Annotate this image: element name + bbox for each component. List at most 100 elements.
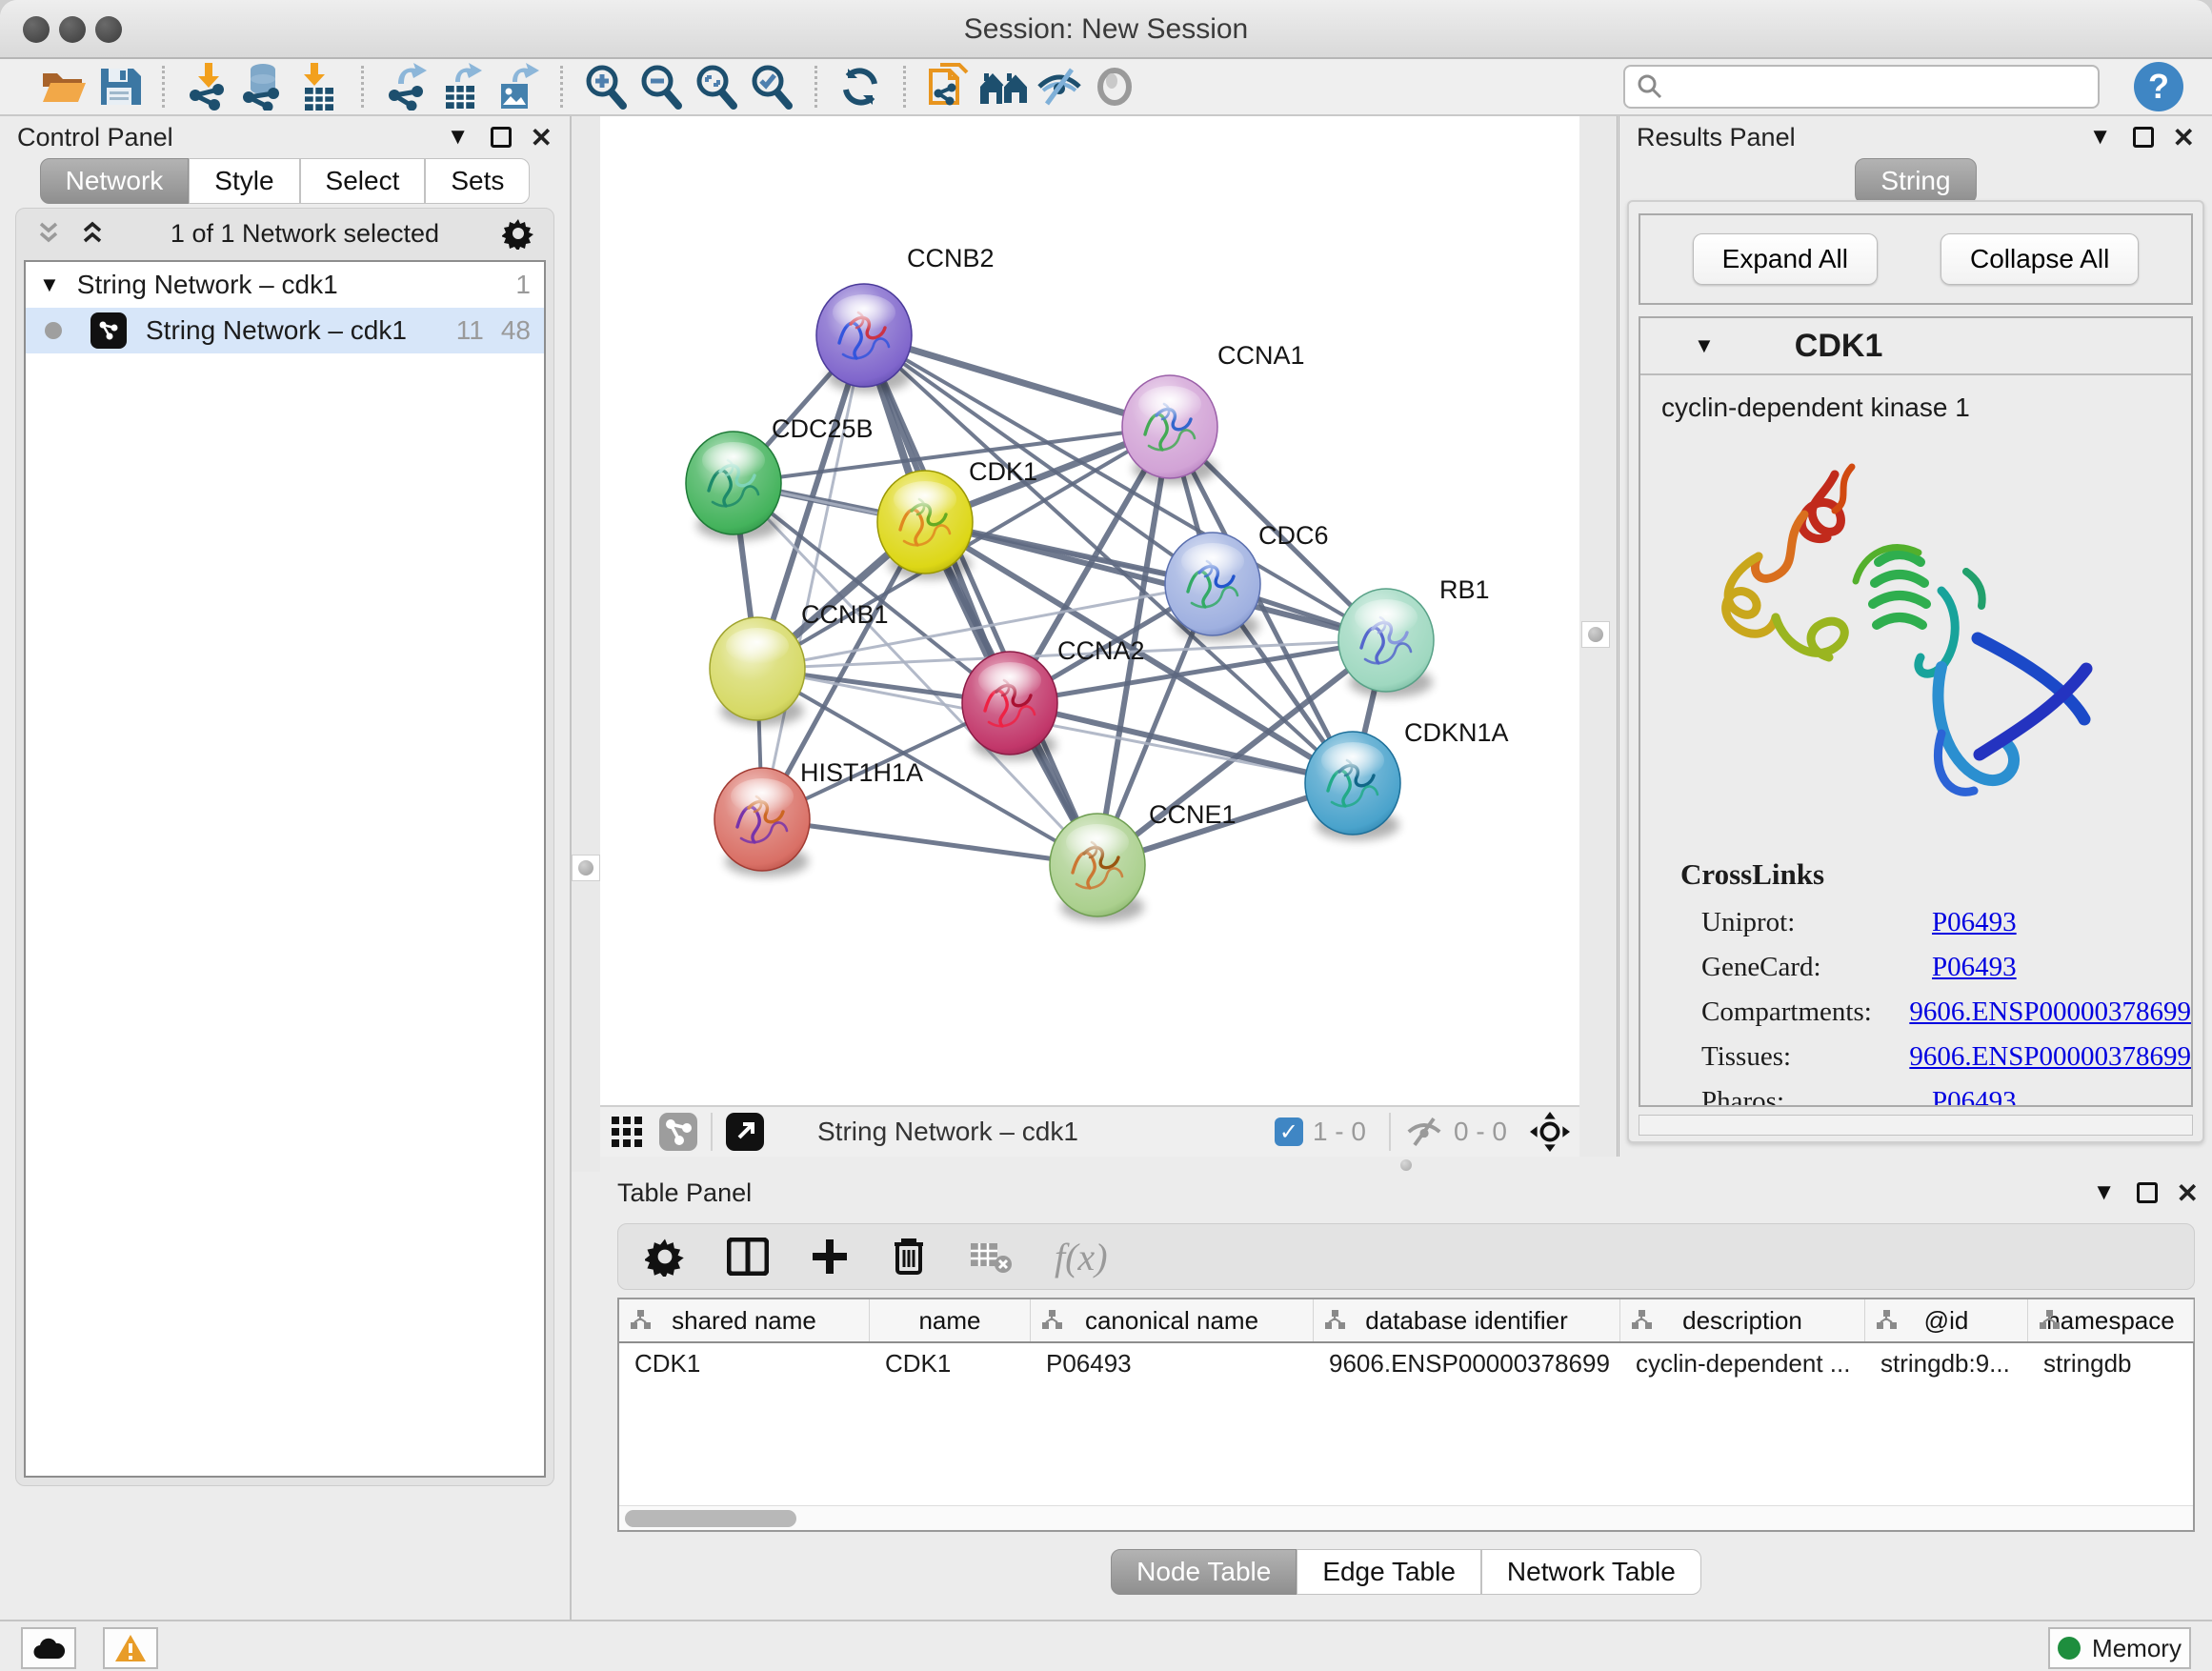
table-options-gear-icon[interactable] — [645, 1237, 685, 1277]
tab-sets[interactable]: Sets — [425, 158, 530, 204]
table-horizontal-scrollbar[interactable] — [619, 1505, 2193, 1530]
zoom-selected-button[interactable] — [744, 62, 799, 111]
cell-@id[interactable]: stringdb:9... — [1865, 1343, 2028, 1385]
cell-canonical-name[interactable]: P06493 — [1031, 1343, 1314, 1385]
close-panel-icon[interactable]: ✕ — [531, 122, 553, 153]
tab-network[interactable]: Network — [40, 158, 190, 204]
network-node-CCNE1[interactable]: CCNE1 — [1050, 800, 1237, 922]
network-node-CCNA1[interactable]: CCNA1 — [1122, 341, 1305, 484]
column-header-shared-name[interactable]: shared name — [619, 1299, 870, 1341]
tab-string[interactable]: String — [1855, 158, 1976, 204]
horizontal-splitter[interactable] — [600, 1157, 2212, 1172]
network-node-RB1[interactable]: RB1 — [1338, 575, 1490, 697]
vertical-splitter-left[interactable] — [572, 116, 600, 1172]
network-node-HIST1H1A[interactable]: HIST1H1A — [714, 758, 923, 876]
zoom-in-button[interactable] — [578, 62, 633, 111]
import-network-from-file-button[interactable] — [180, 62, 235, 111]
network-node-CCNB2[interactable]: CCNB2 — [816, 244, 995, 393]
navigator-crosshair-icon[interactable] — [1530, 1112, 1570, 1152]
crosslink-link[interactable]: 9606.ENSP00000378699 — [1909, 997, 2191, 1028]
vertical-splitter-right[interactable] — [1579, 116, 1619, 1157]
crosslink-link[interactable]: P06493 — [1932, 1086, 2017, 1107]
splitter-grip[interactable] — [1581, 621, 1610, 648]
network-node-CDC6[interactable]: CDC6 — [1165, 521, 1329, 641]
tab-edge-table[interactable]: Edge Table — [1297, 1549, 1481, 1595]
column-header-database-identifier[interactable]: database identifier — [1314, 1299, 1620, 1341]
cell-namespace[interactable]: stringdb — [2028, 1343, 2194, 1385]
close-panel-icon[interactable]: ✕ — [2173, 122, 2195, 153]
column-header-description[interactable]: description — [1620, 1299, 1865, 1341]
float-panel-icon[interactable] — [491, 127, 512, 148]
import-network-from-database-button[interactable] — [235, 62, 291, 111]
create-column-plus-icon[interactable] — [811, 1238, 849, 1276]
zoom-fit-button[interactable] — [689, 62, 744, 111]
collapse-all-button[interactable]: Collapse All — [1941, 233, 2139, 285]
gene-description: cyclin-dependent kinase 1 — [1640, 375, 2191, 423]
import-table-from-file-button[interactable] — [291, 62, 346, 111]
show-all-button[interactable] — [1087, 62, 1142, 111]
tab-node-table[interactable]: Node Table — [1111, 1549, 1297, 1595]
node-label: CDC25B — [772, 414, 874, 443]
collapse-all-icon[interactable] — [35, 221, 64, 246]
cell-database-identifier[interactable]: 9606.ENSP00000378699 — [1314, 1343, 1620, 1385]
tab-select[interactable]: Select — [300, 158, 426, 204]
crosslink-link[interactable]: P06493 — [1932, 952, 2017, 983]
show-columns-icon[interactable] — [727, 1238, 769, 1276]
column-header-canonical-name[interactable]: canonical name — [1031, 1299, 1314, 1341]
network-row[interactable]: String Network – cdk1 11 48 — [26, 308, 544, 353]
delete-column-trash-icon[interactable] — [891, 1237, 927, 1277]
search-input[interactable] — [1623, 65, 2100, 109]
open-in-new-window-icon[interactable] — [726, 1113, 764, 1151]
network-node-CDKN1A[interactable]: CDKN1A — [1305, 718, 1509, 840]
column-header-name[interactable]: name — [870, 1299, 1031, 1341]
cloud-status-button[interactable] — [21, 1627, 76, 1669]
export-table-button[interactable] — [434, 62, 490, 111]
export-image-button[interactable] — [490, 62, 545, 111]
cell-name[interactable]: CDK1 — [870, 1343, 1031, 1385]
open-session-button[interactable] — [36, 62, 91, 111]
column-header-namespace[interactable]: namespace — [2028, 1299, 2194, 1341]
cell-shared-name[interactable]: CDK1 — [619, 1343, 870, 1385]
network-collection-row[interactable]: ▼ String Network – cdk1 1 — [26, 262, 544, 308]
zoom-out-button[interactable] — [633, 62, 689, 111]
hide-selected-button[interactable] — [1032, 62, 1087, 111]
results-scrollbar[interactable] — [1639, 1115, 2193, 1136]
expand-all-icon[interactable] — [79, 221, 108, 246]
export-network-button[interactable] — [379, 62, 434, 111]
memory-button[interactable]: Memory — [2048, 1627, 2191, 1669]
tree-expander-icon[interactable]: ▼ — [39, 272, 60, 297]
crosslink-link[interactable]: P06493 — [1932, 907, 2017, 938]
tab-network-table[interactable]: Network Table — [1481, 1549, 1701, 1595]
float-panel-icon[interactable] — [2133, 127, 2154, 148]
save-session-button[interactable] — [91, 62, 147, 111]
collapse-section-icon[interactable]: ▼ — [1694, 333, 1715, 358]
birdseye-grid-icon[interactable] — [610, 1115, 644, 1149]
panel-menu-icon[interactable]: ▼ — [2089, 124, 2112, 151]
first-neighbors-button[interactable] — [976, 62, 1032, 111]
node-details-header[interactable]: ▼ CDK1 — [1640, 318, 2191, 375]
selected-count: 1 - 0 — [1313, 1117, 1366, 1147]
search-text[interactable] — [1673, 72, 2086, 102]
network-badge-icon[interactable] — [659, 1113, 697, 1151]
splitter-grip[interactable] — [572, 855, 600, 881]
selected-nodes-checkbox-icon[interactable]: ✓ — [1275, 1117, 1303, 1146]
tab-style[interactable]: Style — [189, 158, 299, 204]
warnings-button[interactable] — [103, 1627, 158, 1669]
gear-icon[interactable] — [502, 217, 534, 250]
close-panel-icon[interactable]: ✕ — [2177, 1178, 2199, 1209]
help-button[interactable]: ? — [2134, 62, 2183, 111]
network-from-selection-button[interactable] — [921, 62, 976, 111]
network-canvas[interactable]: CCNB2CCNA1CDC25BCDK1CDC6RB1CCNB1CCNA2CDK… — [600, 116, 1579, 1105]
panel-menu-icon[interactable]: ▼ — [2093, 1179, 2116, 1206]
column-header-@id[interactable]: @id — [1865, 1299, 2028, 1341]
control-panel-title: Control Panel — [17, 123, 173, 152]
float-panel-icon[interactable] — [2137, 1182, 2158, 1203]
refresh-view-button[interactable] — [833, 62, 888, 111]
crosslink-link[interactable]: 9606.ENSP00000378699 — [1909, 1041, 2191, 1073]
table-row[interactable]: CDK1CDK1P064939606.ENSP00000378699cyclin… — [619, 1343, 2193, 1385]
cell-description[interactable]: cyclin-dependent ... — [1620, 1343, 1865, 1385]
splitter-grip[interactable] — [1400, 1159, 1412, 1171]
expand-all-button[interactable]: Expand All — [1693, 233, 1878, 285]
scrollbar-thumb[interactable] — [625, 1510, 796, 1527]
panel-menu-icon[interactable]: ▼ — [447, 124, 470, 151]
